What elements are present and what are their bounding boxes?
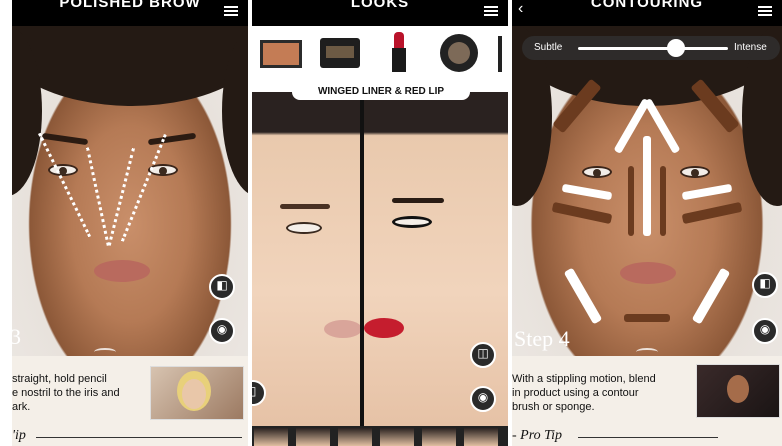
pro-tip-heading: 'ip <box>12 428 26 443</box>
before-after-divider[interactable] <box>360 100 364 426</box>
pro-tip-divider <box>36 437 242 438</box>
slider-min-label: Subtle <box>534 42 563 53</box>
camera-icon: ◉ <box>477 390 489 404</box>
nose-contour-right <box>660 166 666 236</box>
screen-title: POLISHED BROW <box>59 0 201 11</box>
left-brow <box>280 204 330 209</box>
step-label: 3 <box>12 324 21 349</box>
camera-icon: ◉ <box>216 322 228 336</box>
look-thumbnail[interactable] <box>422 428 456 446</box>
guide-line-left <box>38 132 92 238</box>
top-bar: ‹ CONTOURING <box>512 0 782 26</box>
brush[interactable] <box>494 30 508 76</box>
split-view-icon: ◧ <box>216 278 228 292</box>
chevron-up-icon[interactable] <box>636 348 658 356</box>
split-view-button[interactable]: ◧ <box>752 272 778 298</box>
intensity-slider[interactable]: Subtle Intense <box>522 36 780 60</box>
pot-powder <box>448 42 470 64</box>
right-brow <box>392 198 444 203</box>
thumbnail-face <box>182 379 206 409</box>
product-carousel <box>252 26 508 81</box>
look-thumbnail[interactable] <box>464 428 498 446</box>
brush-handle <box>498 36 502 72</box>
camera-icon: ◉ <box>759 322 771 336</box>
step-caption: straight, hold pencil e nostril to the i… <box>12 373 120 413</box>
bronzer-swatch <box>260 40 302 68</box>
pro-tip-heading: - Pro Tip <box>512 428 563 443</box>
left-eye <box>582 166 612 178</box>
eyeshadow-pot[interactable] <box>436 30 484 76</box>
screen-title: CONTOURING <box>590 0 704 11</box>
screen-title: LOOKS <box>350 0 410 11</box>
natural-lip <box>324 320 362 338</box>
right-brow <box>147 132 197 146</box>
nose-contour-left <box>628 166 634 236</box>
look-name-badge: WINGED LINER & RED LIP <box>292 84 470 100</box>
thumbnail-face <box>727 375 749 403</box>
split-view-icon: ◧ <box>759 276 771 290</box>
step-label: Step 4 <box>514 326 570 351</box>
lips <box>620 262 676 284</box>
jaw-contour-left <box>563 267 603 325</box>
pro-tip-divider <box>578 437 718 438</box>
screen-looks: LOOKS ◫ ◉ ▯ WINGED LINER & RED LIP <box>252 0 508 446</box>
eyeshadow-palette[interactable] <box>316 30 364 76</box>
slider-max-label: Intense <box>734 42 767 53</box>
lipstick-bullet <box>394 32 404 48</box>
screen-polished-brow: POLISHED BROW 3 ◧ ◉ straight, hold penci… <box>12 0 248 446</box>
guide-line-center <box>107 148 135 246</box>
split-view-icon: ◫ <box>477 346 489 360</box>
nose-highlight <box>643 136 651 236</box>
tutorial-thumbnail[interactable] <box>150 366 244 420</box>
app-screens: POLISHED BROW 3 ◧ ◉ straight, hold penci… <box>0 0 782 446</box>
bronzer-compact[interactable] <box>258 30 306 76</box>
top-bar: POLISHED BROW <box>12 0 248 26</box>
cheek-highlight-right <box>681 183 733 201</box>
cheek-contour-right <box>681 201 743 225</box>
slider-thumb[interactable] <box>666 39 685 57</box>
hair <box>12 26 248 106</box>
cheek-contour-left <box>551 201 613 225</box>
tutorial-thumbnail[interactable] <box>696 364 780 418</box>
left-eye <box>48 164 78 176</box>
look-thumbnail[interactable] <box>380 428 414 446</box>
chin-contour <box>624 314 670 322</box>
slider-track[interactable] <box>578 47 728 50</box>
guide-line-center <box>86 147 110 246</box>
red-lip <box>364 318 404 338</box>
face-image: 3 <box>12 26 248 356</box>
camera-button[interactable]: ◉ <box>752 318 778 344</box>
side-button[interactable]: ▯ <box>252 380 266 406</box>
palette-pan <box>326 46 354 58</box>
hamburger-icon[interactable] <box>758 6 772 16</box>
lipstick[interactable] <box>376 30 424 76</box>
look-thumbnails-strip <box>252 426 508 446</box>
right-eye-winged <box>392 216 432 228</box>
look-thumbnail[interactable] <box>338 428 372 446</box>
lipstick-tube <box>392 48 406 72</box>
face-image: ◫ ◉ ▯ <box>252 92 508 426</box>
cheek-highlight-left <box>561 183 613 201</box>
left-eye <box>286 222 322 234</box>
hamburger-icon[interactable] <box>224 6 238 16</box>
camera-button[interactable]: ◉ <box>470 386 496 412</box>
step-caption: With a stippling motion, blend in produc… <box>512 373 656 413</box>
split-view-button[interactable]: ◫ <box>470 342 496 368</box>
chevron-up-icon[interactable] <box>94 348 116 356</box>
guide-line-right <box>120 134 167 242</box>
left-brow <box>41 132 89 146</box>
top-bar: LOOKS <box>252 0 508 26</box>
look-thumbnail[interactable] <box>254 428 288 446</box>
jaw-contour-right <box>691 267 731 325</box>
hamburger-icon[interactable] <box>484 6 498 16</box>
screen-contouring: ‹ CONTOURING Step 4 Subtle Intense ◧ ◉ W… <box>512 0 782 446</box>
right-eye <box>680 166 710 178</box>
split-view-button[interactable]: ◧ <box>209 274 235 300</box>
camera-button[interactable]: ◉ <box>209 318 235 344</box>
face-image: Step 4 <box>512 26 782 356</box>
lips <box>94 260 150 282</box>
look-thumbnail[interactable] <box>296 428 330 446</box>
split-view-icon: ▯ <box>252 384 257 398</box>
